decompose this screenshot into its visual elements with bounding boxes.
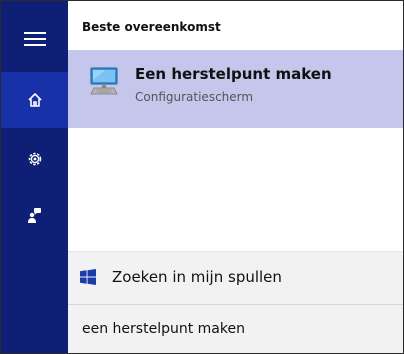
settings-button[interactable]: [1, 131, 68, 187]
left-rail: [1, 1, 68, 353]
home-button[interactable]: [1, 72, 68, 128]
results-area: Beste overeenkomst Een herstelpunt maken…: [68, 1, 403, 353]
gear-icon: [28, 152, 41, 166]
best-match-result[interactable]: Een herstelpunt maken Configuratiescherm: [68, 50, 403, 128]
search-my-stuff-button[interactable]: Zoeken in mijn spullen: [68, 251, 403, 304]
hamburger-menu-icon: [23, 32, 46, 46]
best-match-header: Beste overeenkomst: [82, 20, 221, 34]
search-box[interactable]: [68, 304, 403, 353]
result-subtitle: Configuratiescherm: [135, 90, 254, 104]
feedback-person-icon: [27, 208, 41, 223]
search-panel: Beste overeenkomst Een herstelpunt maken…: [0, 0, 404, 354]
home-icon: [27, 93, 42, 107]
result-title: Een herstelpunt maken: [135, 65, 332, 83]
hamburger-menu-button[interactable]: [1, 11, 68, 67]
search-my-stuff-label: Zoeken in mijn spullen: [112, 268, 282, 286]
search-input[interactable]: [82, 319, 382, 339]
windows-logo-icon: [80, 269, 96, 285]
feedback-button[interactable]: [1, 187, 68, 243]
computer-system-icon: [90, 67, 118, 95]
